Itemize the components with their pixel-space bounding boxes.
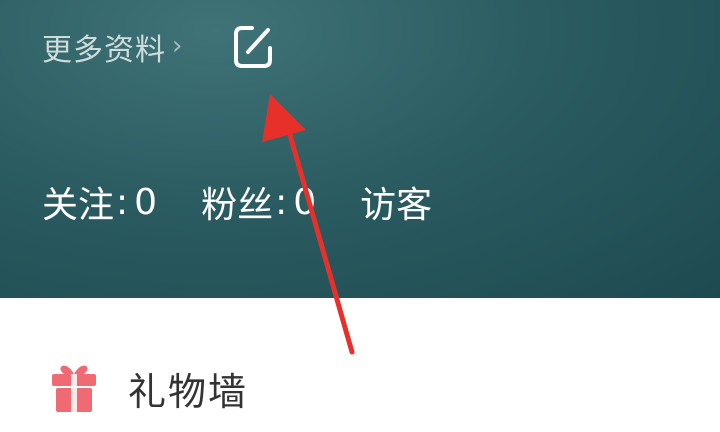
stat-following-value: 0 [134,181,158,223]
stat-followers-value: 0 [293,181,317,223]
profile-page: 更多资料 › 关注 : 0 粉丝 : 0 访客 礼物墙 [0,0,720,432]
stat-followers-colon: : [275,181,288,223]
stat-visitors-label: 访客 [360,185,433,226]
stats-row: 关注 : 0 粉丝 : 0 访客 [42,176,432,228]
more-info-label: 更多资料 [42,33,166,68]
stat-followers[interactable]: 粉丝 : 0 [201,176,316,228]
gift-wall-label: 礼物墙 [128,369,249,414]
stat-following-label: 关注 [42,185,115,226]
chevron-right-icon: › [172,31,183,61]
stat-following[interactable]: 关注 : 0 [42,176,157,228]
stat-followers-label: 粉丝 [201,185,274,226]
more-info-link[interactable]: 更多资料 › [42,25,182,69]
edit-icon [234,26,272,68]
gift-icon [52,365,96,412]
menu-item-gift-wall[interactable]: 礼物墙 [46,360,248,416]
stat-following-colon: : [116,181,129,223]
more-info-row: 更多资料 › [42,24,182,70]
edit-button[interactable] [230,20,276,72]
stat-visitors[interactable]: 访客 [360,176,432,228]
profile-header: 更多资料 › 关注 : 0 粉丝 : 0 访客 [0,0,720,298]
